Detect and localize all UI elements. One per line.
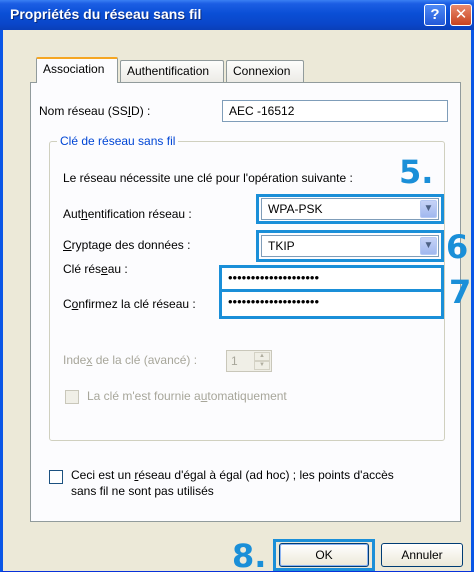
auto-key-label: La clé m'est fournie automatiquement xyxy=(87,389,287,403)
auth-label: Authentification réseau : xyxy=(63,207,192,221)
step-8-marker: 8. xyxy=(232,537,267,575)
tab-association[interactable]: Association xyxy=(36,57,118,83)
wireless-properties-dialog: Propriétés du réseau sans fil ? ✕ Associ… xyxy=(0,0,474,572)
key-index-value: 1 xyxy=(231,354,238,368)
spin-down-icon[interactable]: ▼ xyxy=(254,361,270,370)
key-index-label: Index de la clé (avancé) : xyxy=(63,353,198,367)
help-icon: ? xyxy=(430,6,440,23)
step-6-marker: 6 xyxy=(446,228,469,266)
cancel-label: Annuler xyxy=(401,548,443,562)
ok-button[interactable]: OK xyxy=(279,543,369,567)
ssid-input[interactable]: AEC -16512 xyxy=(222,100,448,122)
association-panel: Nom réseau (SSID) : AEC -16512 Clé de ré… xyxy=(30,82,474,522)
confirm-key-input[interactable]: •••••••••••••••••••• xyxy=(219,289,444,319)
auth-select[interactable]: WPA-PSK ▼ xyxy=(261,198,439,220)
crypt-value: TKIP xyxy=(268,239,295,253)
adhoc-label-line1: Ceci est un réseau d'égal à égal (ad hoc… xyxy=(71,468,394,482)
step-5-marker: 5. xyxy=(399,153,434,191)
ok-label: OK xyxy=(315,548,333,562)
crypt-label: Cryptage des données : xyxy=(63,238,191,252)
window-title: Propriétés du réseau sans fil xyxy=(10,6,202,22)
key-required-text: Le réseau nécessite une clé pour l'opéra… xyxy=(63,171,353,185)
step-7-marker: 7. xyxy=(449,273,474,311)
title-bar: Propriétés du réseau sans fil ? ✕ xyxy=(0,0,474,30)
tab-authentification-label: Authentification xyxy=(127,64,210,78)
tab-authentification[interactable]: Authentification xyxy=(120,60,224,82)
network-key-label: Clé réseau : xyxy=(63,262,128,276)
confirm-key-label: Confirmez la clé réseau : xyxy=(63,297,196,311)
tab-association-label: Association xyxy=(43,62,105,76)
network-key-value: •••••••••••••••••••• xyxy=(228,270,320,285)
wireless-key-group-title: Clé de réseau sans fil xyxy=(57,134,179,148)
crypt-select[interactable]: TKIP ▼ xyxy=(261,235,439,257)
tab-connexion-label: Connexion xyxy=(233,64,291,78)
help-button[interactable]: ? xyxy=(424,4,446,26)
adhoc-label-line2: sans fil ne sont pas utilisés xyxy=(71,484,214,498)
auto-key-checkbox[interactable] xyxy=(65,390,79,404)
key-index-spinner[interactable]: 1 ▲ ▼ xyxy=(226,350,272,372)
close-button[interactable]: ✕ xyxy=(450,4,472,26)
confirm-key-value: •••••••••••••••••••• xyxy=(228,294,320,309)
cancel-button[interactable]: Annuler xyxy=(381,543,463,567)
ssid-value: AEC -16512 xyxy=(229,104,295,118)
ssid-label: Nom réseau (SSID) : xyxy=(39,104,151,118)
chevron-down-icon[interactable]: ▼ xyxy=(420,200,437,218)
spin-up-icon[interactable]: ▲ xyxy=(254,352,270,361)
adhoc-checkbox[interactable] xyxy=(49,470,63,484)
auth-value: WPA-PSK xyxy=(268,202,323,216)
chevron-down-icon[interactable]: ▼ xyxy=(420,237,437,255)
close-icon: ✕ xyxy=(454,6,468,23)
tab-connexion[interactable]: Connexion xyxy=(226,60,304,82)
